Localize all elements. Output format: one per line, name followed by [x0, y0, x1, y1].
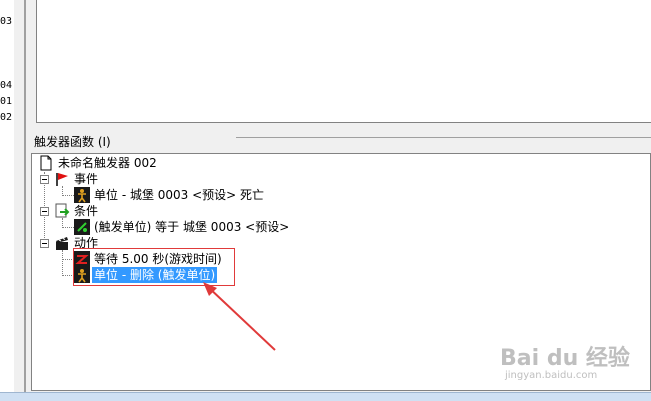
watermark-logo: Bai du 经验: [500, 346, 630, 371]
document-icon: [40, 155, 52, 171]
left-panel-strip: 03 04 01 02: [0, 0, 14, 400]
tree-root-label: 未命名触发器 002: [58, 156, 157, 170]
left-number: 03: [0, 16, 13, 27]
left-number: 01: [0, 96, 13, 107]
collapse-toggle[interactable]: [40, 207, 49, 216]
red-flag-icon: [56, 173, 68, 186]
collapse-toggle[interactable]: [40, 175, 49, 184]
tree-item-label: (触发单位) 等于 城堡 0003 <预设>: [94, 220, 290, 234]
watermark-url: jingyan.baidu.com: [505, 370, 598, 381]
divider: [236, 137, 651, 138]
condition-icon: [55, 203, 70, 218]
left-number: 02: [0, 112, 13, 123]
top-text-panel[interactable]: [36, 0, 651, 123]
splitter[interactable]: [24, 0, 26, 392]
tree-connector: [62, 195, 74, 196]
collapse-toggle[interactable]: [40, 239, 49, 248]
tree-group-label: 条件: [74, 204, 99, 218]
tree-group-label: 事件: [74, 172, 99, 186]
tree-item-label: 单位 - 城堡 0003 <预设> 死亡: [94, 188, 265, 202]
left-number: 04: [0, 80, 13, 91]
clapper-icon: [56, 237, 68, 250]
annotation-arrow-icon: [203, 282, 276, 351]
unit-icon: [74, 187, 90, 203]
tree-connector: [62, 250, 63, 276]
tree-connector: [62, 227, 74, 228]
section-title: 触发器函数 (I): [34, 135, 111, 149]
comparison-icon: [74, 219, 90, 235]
